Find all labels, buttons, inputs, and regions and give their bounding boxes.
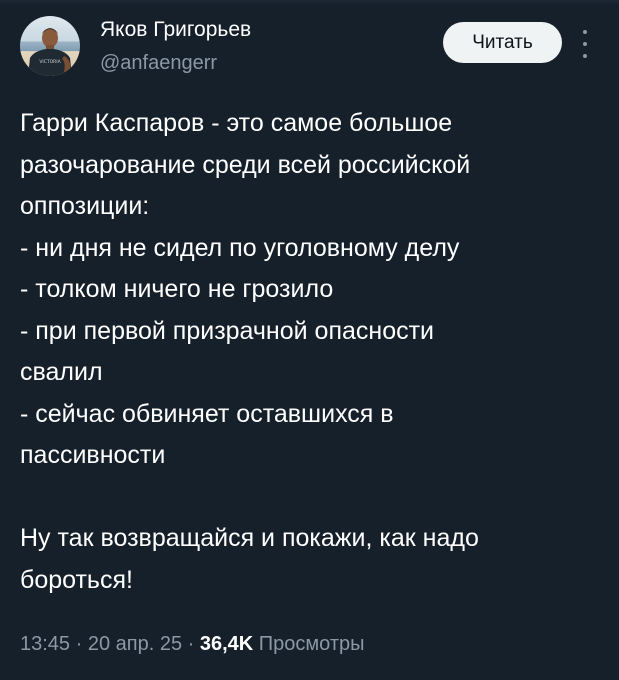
meta-separator: · (187, 633, 200, 655)
tweet-meta: 13:45 · 20 апр. 25 · 36,4K Просмотры (20, 633, 365, 656)
tweet-line: - толком ничего не грозило (20, 275, 334, 303)
dot (583, 54, 587, 58)
author-name[interactable]: Яков Григорьев (100, 18, 251, 42)
dot (583, 30, 587, 34)
tweet-line: пассивности (20, 441, 166, 469)
tweet-line: оппозиции: (20, 192, 150, 220)
follow-button[interactable]: Читать (443, 22, 562, 63)
tweet-time[interactable]: 13:45 (20, 633, 70, 655)
views-count[interactable]: 36,4K (200, 633, 253, 655)
meta-separator: · (75, 633, 88, 655)
author-avatar[interactable]: VICTORIA (20, 16, 80, 76)
views-label: Просмотры (253, 633, 365, 655)
avatar-shirt-text: VICTORIA (39, 59, 61, 65)
tweet-line: Ну так возвращайся и покажи, как надо (20, 524, 479, 552)
tweet-line: разочарование среди всей российской (20, 150, 471, 179)
tweet-line: - при первой призрачной опасности (20, 316, 435, 345)
tweet-line: - сейчас обвиняет оставшихся в (20, 399, 394, 428)
avatar-photo: VICTORIA (28, 28, 72, 76)
tweet-text: Гарри Каспаров - это самое большое разоч… (20, 103, 610, 601)
tweet-line: Гарри Каспаров - это самое большое (20, 109, 453, 137)
more-vertical-icon[interactable] (578, 30, 592, 58)
author-handle[interactable]: @anfaengerr (100, 52, 217, 75)
dot (583, 42, 587, 46)
tweet-line: бороться! (20, 565, 133, 594)
tweet-line: свалил (20, 358, 103, 386)
tweet-header: VICTORIA Яков Григорьев @anfaengerr Чита… (0, 0, 619, 90)
tweet-line: - ни дня не сидел по уголовному делу (20, 233, 460, 262)
tweet-date[interactable]: 20 апр. 25 (88, 633, 182, 655)
